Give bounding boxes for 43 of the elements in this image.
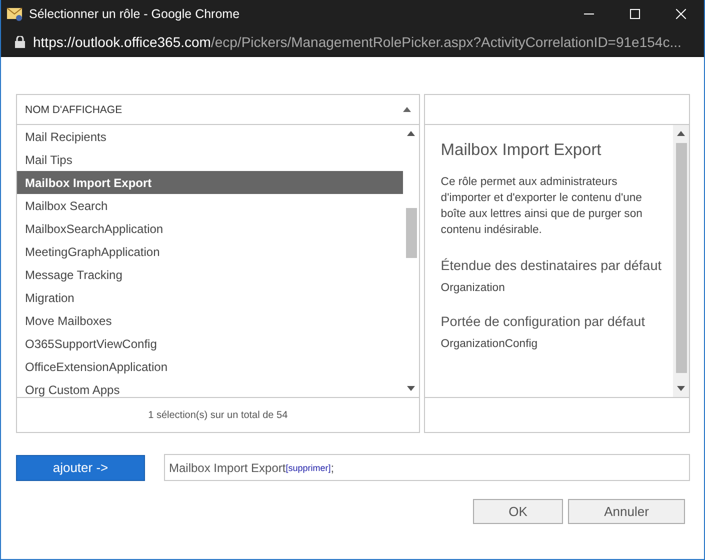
list-item[interactable]: MeetingGraphApplication	[17, 240, 403, 263]
details-title: Mailbox Import Export	[440, 141, 602, 160]
section-heading: Étendue des destinataires par défaut	[440, 258, 662, 273]
selection-field[interactable]: Mailbox Import Export[supprimer];	[164, 454, 690, 481]
search-field[interactable]	[424, 94, 690, 125]
list-item[interactable]: MailboxSearchApplication	[17, 217, 403, 240]
selection-count: 1 sélection(s) sur un total de 54	[148, 410, 288, 420]
scroll-thumb[interactable]	[676, 143, 687, 373]
column-title: NOM D'AFFICHAGE	[25, 104, 122, 116]
scrollbar[interactable]	[673, 125, 689, 397]
maximize-icon[interactable]	[630, 9, 640, 19]
close-icon[interactable]	[676, 9, 686, 19]
separator-text: ;	[330, 460, 334, 474]
scroll-thumb[interactable]	[406, 208, 417, 258]
lock-icon	[15, 36, 25, 48]
scroll-down-icon[interactable]	[677, 386, 685, 391]
list-item[interactable]: O365SupportViewConfig	[17, 332, 403, 355]
section-value: Organization	[440, 282, 506, 294]
scroll-up-icon[interactable]	[677, 131, 685, 136]
list-item[interactable]: Move Mailboxes	[17, 309, 403, 332]
scroll-up-icon[interactable]	[406, 131, 415, 136]
list-item[interactable]: Org Custom Apps	[17, 378, 403, 397]
scroll-down-icon[interactable]	[406, 386, 415, 391]
list-item[interactable]: Mailbox Search	[17, 194, 403, 217]
list-item[interactable]: Migration	[17, 286, 403, 309]
add-button[interactable]: ajouter ->	[16, 454, 145, 480]
section-value: OrganizationConfig	[440, 338, 539, 350]
list-item[interactable]: Mail Recipients	[17, 125, 403, 148]
window-title: Sélectionner un rôle - Google Chrome	[29, 7, 241, 21]
list-item[interactable]: OfficeExtensionApplication	[17, 355, 403, 378]
sort-icon	[402, 107, 411, 112]
envelope-icon	[7, 7, 23, 21]
selected-role: Mailbox Import Export	[169, 460, 286, 474]
section-heading: Portée de configuration par défaut	[440, 314, 646, 329]
list-item[interactable]: Mail Tips	[17, 148, 403, 171]
details-description: Ce rôle permet aux administrateurs d'importer et d'exporter le contenu d'une boîte aux lettres ainsi que de purger son contenu indésirable.	[440, 175, 644, 238]
list-item[interactable]: Message Tracking	[17, 263, 403, 286]
url-text: https://outlook.office365.com/ecp/Pickers/ManagementRolePicker.aspx?ActivityCorrelationID=91e154c...	[33, 34, 682, 50]
cancel-button[interactable]: Annuler	[568, 499, 685, 524]
ok-button[interactable]: OK	[473, 499, 563, 524]
remove-link[interactable]: [supprimer]	[286, 462, 331, 472]
list-item[interactable]: Mailbox Import Export	[17, 171, 403, 194]
column-header[interactable]: NOM D'AFFICHAGE	[16, 94, 420, 125]
